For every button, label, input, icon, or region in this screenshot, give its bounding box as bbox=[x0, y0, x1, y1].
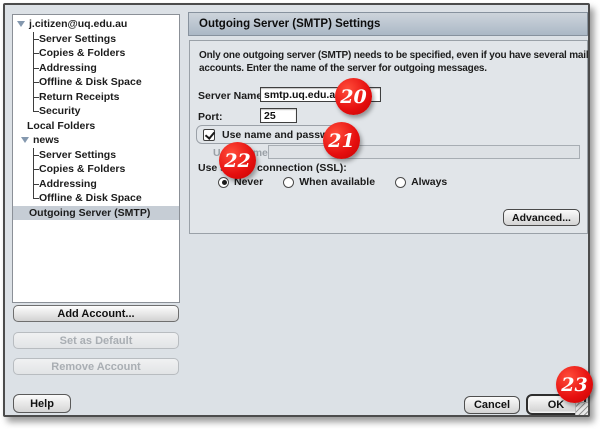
annotation-badge-20: 20 bbox=[335, 78, 372, 115]
tree-item-label: Copies & Folders bbox=[39, 47, 125, 59]
add-account-button[interactable]: Add Account... bbox=[13, 305, 179, 322]
ssl-option-label: Always bbox=[411, 176, 447, 188]
radio-unselected-icon[interactable] bbox=[283, 177, 294, 188]
tree-item-addressing[interactable]: Addressing bbox=[13, 61, 179, 76]
tree-item-label: Offline & Disk Space bbox=[39, 76, 142, 88]
advanced-button[interactable]: Advanced... bbox=[503, 209, 580, 226]
tree-item-label: j.citizen@uq.edu.au bbox=[29, 18, 127, 30]
tree-item-label: Return Receipts bbox=[39, 91, 120, 103]
description-line-1: Only one outgoing server (SMTP) needs to… bbox=[199, 50, 583, 63]
tree-item-news-offline-disk-space[interactable]: Offline & Disk Space bbox=[13, 191, 179, 206]
tree-item-label: Security bbox=[39, 105, 80, 117]
set-as-default-button: Set as Default bbox=[13, 332, 179, 349]
cancel-button[interactable]: Cancel bbox=[464, 396, 520, 414]
checkbox-checked-icon[interactable] bbox=[203, 129, 215, 141]
tree-item-label: Copies & Folders bbox=[39, 163, 125, 175]
smtp-settings-group: Only one outgoing server (SMTP) needs to… bbox=[189, 40, 588, 234]
disclosure-triangle-icon[interactable] bbox=[17, 21, 25, 27]
ssl-radio-when-available[interactable]: When available bbox=[283, 176, 375, 188]
panel-description: Only one outgoing server (SMTP) needs to… bbox=[199, 50, 583, 75]
tree-item-offline-disk-space[interactable]: Offline & Disk Space bbox=[13, 75, 179, 90]
tree-item-label: Offline & Disk Space bbox=[39, 192, 142, 204]
tree-item-news-root[interactable]: news bbox=[13, 133, 179, 148]
tree-item-local-folders[interactable]: Local Folders bbox=[13, 119, 179, 134]
tree-item-news-addressing[interactable]: Addressing bbox=[13, 177, 179, 192]
tree-item-label: Addressing bbox=[39, 178, 97, 190]
accounts-tree: j.citizen@uq.edu.au Server Settings Copi… bbox=[12, 14, 180, 303]
tree-item-label: Server Settings bbox=[39, 149, 116, 161]
tree-item-return-receipts[interactable]: Return Receipts bbox=[13, 90, 179, 105]
annotation-badge-21: 21 bbox=[323, 122, 360, 159]
tree-item-security[interactable]: Security bbox=[13, 104, 179, 119]
remove-account-button: Remove Account bbox=[13, 358, 179, 375]
panel-header: Outgoing Server (SMTP) Settings bbox=[188, 12, 588, 36]
annotation-badge-22: 22 bbox=[219, 142, 256, 179]
description-line-2: accounts. Enter the name of the server f… bbox=[199, 63, 583, 76]
tree-item-label: Outgoing Server (SMTP) bbox=[29, 207, 150, 219]
screenshot-stage: j.citizen@uq.edu.au Server Settings Copi… bbox=[0, 0, 600, 429]
ssl-radio-always[interactable]: Always bbox=[395, 176, 447, 188]
tree-item-label: Addressing bbox=[39, 62, 97, 74]
resize-grip[interactable] bbox=[575, 402, 588, 415]
radio-unselected-icon[interactable] bbox=[395, 177, 406, 188]
account-settings-dialog: j.citizen@uq.edu.au Server Settings Copi… bbox=[3, 3, 590, 417]
tree-item-label: Local Folders bbox=[27, 120, 95, 132]
tree-item-label: news bbox=[33, 134, 59, 146]
tree-item-copies-folders[interactable]: Copies & Folders bbox=[13, 46, 179, 61]
tree-item-server-settings[interactable]: Server Settings bbox=[13, 32, 179, 47]
port-label: Port: bbox=[198, 111, 223, 123]
tree-item-outgoing-server-smtp-selected[interactable]: Outgoing Server (SMTP) bbox=[13, 206, 179, 221]
tree-item-label: Server Settings bbox=[39, 33, 116, 45]
disclosure-triangle-icon[interactable] bbox=[21, 137, 29, 143]
ssl-option-label: When available bbox=[299, 176, 375, 188]
radio-selected-icon[interactable] bbox=[218, 177, 229, 188]
server-name-label: Server Name: bbox=[198, 90, 266, 102]
tree-item-news-server-settings[interactable]: Server Settings bbox=[13, 148, 179, 163]
tree-item-account-root[interactable]: j.citizen@uq.edu.au bbox=[13, 17, 179, 32]
port-input[interactable] bbox=[260, 108, 297, 123]
ssl-radio-group: Never When available Always bbox=[218, 176, 447, 188]
user-name-input bbox=[268, 145, 580, 159]
annotation-badge-23: 23 bbox=[556, 366, 593, 403]
help-button[interactable]: Help bbox=[13, 394, 71, 413]
tree-item-news-copies-folders[interactable]: Copies & Folders bbox=[13, 162, 179, 177]
